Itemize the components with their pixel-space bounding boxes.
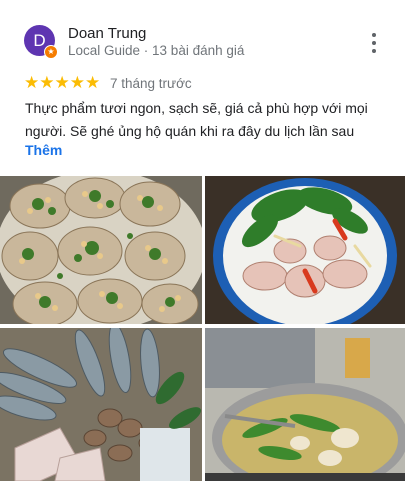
review-text: Thực phẩm tươi ngon, sạch sẽ, giá cả phù… (25, 100, 368, 139)
rating-stars: ★★★★★ (24, 73, 101, 92)
review-photo-scallops[interactable] (0, 176, 202, 324)
avatar-initial: D (33, 30, 46, 50)
avatar[interactable]: D ★ (24, 25, 58, 59)
reviewer-meta: Local Guide · 13 bài đánh giá (68, 43, 245, 58)
review-photo-seafood-tray[interactable] (0, 328, 202, 481)
more-link[interactable]: Thêm (25, 142, 62, 158)
more-vert-icon[interactable] (367, 33, 381, 53)
local-guide-badge-icon: ★ (44, 45, 58, 59)
review-time: 7 tháng trước (110, 76, 192, 91)
review-photo-squid-platter[interactable] (205, 176, 405, 324)
review-photo-hotpot[interactable] (205, 328, 405, 481)
reviewer-name[interactable]: Doan Trung (68, 25, 146, 42)
